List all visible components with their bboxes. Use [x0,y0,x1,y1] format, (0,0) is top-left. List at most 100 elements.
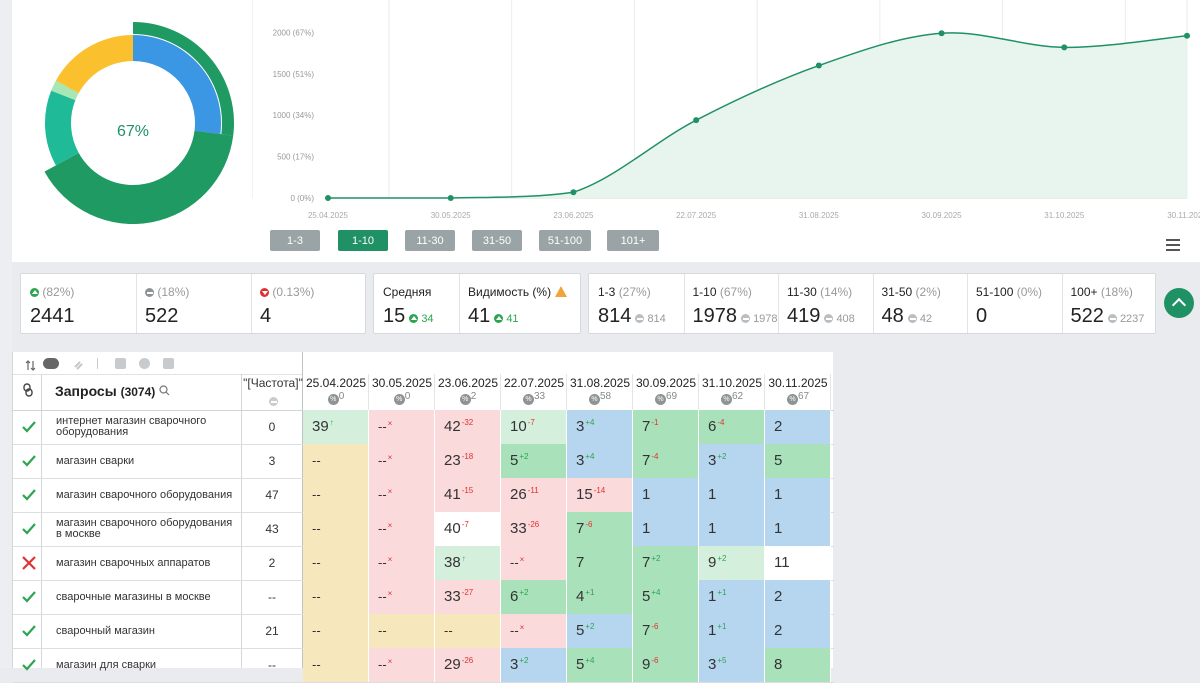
position-cell[interactable]: -- [303,546,369,580]
check-icon[interactable] [21,657,37,673]
range-button-11-30[interactable]: 11-30 [405,230,455,251]
range-stat-1-10[interactable]: 1-10 (67%) 1978 1978 [684,274,779,333]
stat-average[interactable]: Средняя 15 34 [374,274,459,333]
position-cell[interactable]: 39↑ [303,410,369,444]
position-cell[interactable]: 7+2 [633,546,699,580]
position-cell[interactable]: --× [369,580,435,614]
position-cell[interactable]: 3+4 [567,410,633,444]
chart-point[interactable] [325,195,331,201]
position-cell[interactable]: 1+1 [699,614,765,648]
position-cell[interactable]: --× [501,546,567,580]
link-column-icon[interactable] [22,383,34,402]
position-cell[interactable]: 41-15 [435,478,501,512]
position-cell[interactable]: 1 [633,478,699,512]
donut-slice-51-100[interactable] [55,34,133,94]
check-icon[interactable] [21,487,37,503]
position-cell[interactable]: 5+4 [567,648,633,682]
check-icon[interactable] [21,521,37,537]
range-stat-31-50[interactable]: 31-50 (2%) 48 42 [873,274,968,333]
range-button-31-50[interactable]: 31-50 [472,230,522,251]
position-cell[interactable]: -- [303,444,369,478]
range-button-1-3[interactable]: 1-3 [270,230,320,251]
position-cell[interactable]: 5+4 [633,580,699,614]
position-cell[interactable]: -- [303,614,369,648]
sort-icon[interactable] [25,358,36,371]
position-cell[interactable]: 5 [765,444,831,478]
position-cell[interactable]: 7-4 [633,444,699,478]
stat-unchanged[interactable]: (18%) 522 [136,274,251,333]
range-stat-11-30[interactable]: 11-30 (14%) 419 408 [778,274,873,333]
position-cell[interactable]: 2 [765,614,831,648]
position-cell[interactable]: 9+2 [699,546,765,580]
position-cell[interactable]: 9-6 [633,648,699,682]
cross-icon[interactable] [21,555,37,571]
position-cell[interactable]: 11 [765,546,831,580]
chart-point[interactable] [938,30,945,37]
position-cell[interactable]: 26-11 [501,478,567,512]
position-cell[interactable]: 42-32 [435,410,501,444]
toggle-icon[interactable] [43,358,59,369]
date-column-header[interactable]: 22.07.2025 [501,376,567,390]
position-cell[interactable]: 23-18 [435,444,501,478]
position-cell[interactable]: --× [369,444,435,478]
query-keyword[interactable]: магазин сварочного оборудования в москве [56,512,241,546]
position-cell[interactable]: 4+1 [567,580,633,614]
query-keyword[interactable]: сварочный магазин [56,614,241,648]
position-cell[interactable]: 2 [765,580,831,614]
position-cell[interactable]: 5+2 [567,614,633,648]
stat-improved[interactable]: (82%) 2441 [21,274,136,333]
chart-point[interactable] [693,117,700,124]
position-cell[interactable]: 7-1 [633,410,699,444]
frequency-header[interactable]: "[Частота]" [243,376,303,408]
donut-slice-1-3[interactable] [133,35,221,135]
position-cell[interactable]: 5+2 [501,444,567,478]
position-cell[interactable]: 7-6 [567,512,633,546]
position-cell[interactable]: 3+4 [567,444,633,478]
contrast-icon[interactable] [139,358,150,369]
position-cell[interactable]: -- [303,648,369,682]
range-stat-100+[interactable]: 100+ (18%) 522 2237 [1062,274,1157,333]
scroll-up-button[interactable] [1164,288,1194,318]
check-icon[interactable] [21,623,37,639]
chart-point[interactable] [570,189,577,196]
check-icon[interactable] [21,419,37,435]
position-cell[interactable]: --× [369,546,435,580]
position-cell[interactable]: 10-7 [501,410,567,444]
link-icon[interactable] [73,358,84,370]
position-cell[interactable]: 3+5 [699,648,765,682]
check-icon[interactable] [21,589,37,605]
chart-point[interactable] [447,195,454,201]
query-keyword[interactable]: магазин для сварки [56,648,241,682]
stat-declined[interactable]: (0.13%) 4 [251,274,366,333]
position-cell[interactable]: 2 [765,410,831,444]
position-cell[interactable]: 29-26 [435,648,501,682]
position-cell[interactable]: -- [435,614,501,648]
export-icon[interactable] [115,358,126,369]
range-button-1-10[interactable]: 1-10 [338,230,388,251]
position-cell[interactable]: 6-4 [699,410,765,444]
queries-header[interactable]: Запросы (3074) [55,383,170,399]
warning-icon[interactable] [555,286,568,297]
chart-point[interactable] [1061,44,1068,51]
query-keyword[interactable]: интернет магазин сварочного оборудования [56,410,241,444]
position-cell[interactable]: --× [501,614,567,648]
donut-slice-11-30[interactable] [45,90,79,166]
position-cell[interactable]: --× [369,410,435,444]
position-cell[interactable]: 1 [765,512,831,546]
position-cell[interactable]: 3+2 [501,648,567,682]
query-keyword[interactable]: магазин сварочных аппаратов [56,546,241,580]
range-button-51-100[interactable]: 51-100 [539,230,591,251]
position-cell[interactable]: 38↑ [435,546,501,580]
chart-menu-icon[interactable] [1166,239,1180,251]
position-cell[interactable]: 1 [633,512,699,546]
date-column-header[interactable]: 30.11.2025 [765,376,831,390]
date-column-header[interactable]: 31.08.2025 [567,376,633,390]
position-cell[interactable]: 7-6 [633,614,699,648]
position-cell[interactable]: 1+1 [699,580,765,614]
position-cell[interactable]: -- [369,614,435,648]
position-cell[interactable]: --× [369,512,435,546]
position-cell[interactable]: -- [303,580,369,614]
chart-point[interactable] [815,62,822,69]
position-cell[interactable]: 1 [699,478,765,512]
query-keyword[interactable]: магазин сварки [56,444,241,478]
